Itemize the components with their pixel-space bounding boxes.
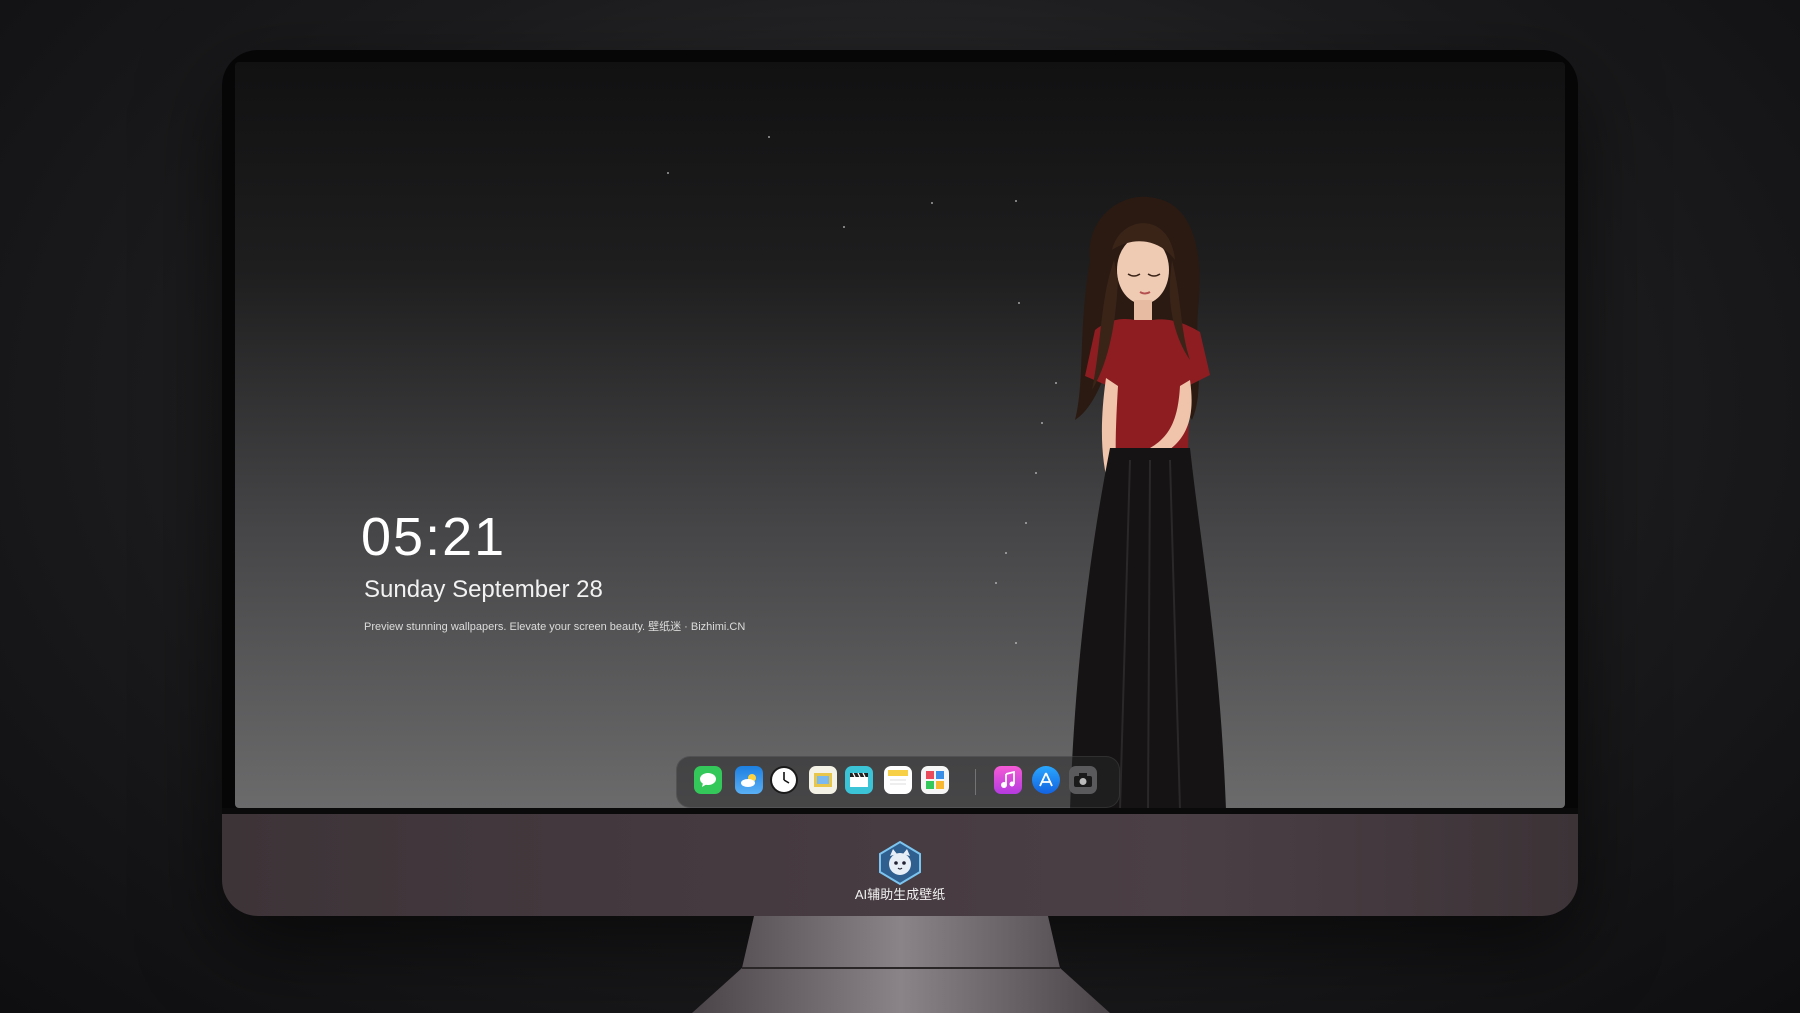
music-icon[interactable] bbox=[994, 766, 1022, 794]
clock-icon[interactable] bbox=[770, 766, 798, 794]
clock-date: Sunday September 28 bbox=[364, 576, 603, 603]
star bbox=[1015, 642, 1017, 644]
clock-time: 05:21 bbox=[361, 507, 507, 567]
star bbox=[931, 202, 933, 204]
weather-icon[interactable] bbox=[735, 766, 763, 794]
brand-label: AI辅助生成壁纸 bbox=[854, 887, 946, 902]
dock bbox=[676, 756, 1120, 808]
notes-icon[interactable] bbox=[884, 766, 912, 794]
star bbox=[1018, 302, 1020, 304]
star bbox=[1005, 552, 1007, 554]
star bbox=[1025, 522, 1027, 524]
star bbox=[843, 226, 845, 228]
dock-separator bbox=[975, 769, 976, 795]
cat-mascot-logo-icon bbox=[879, 840, 921, 886]
clips-icon[interactable] bbox=[845, 766, 873, 794]
star bbox=[995, 582, 997, 584]
app-store-icon[interactable] bbox=[1032, 766, 1060, 794]
camera-icon[interactable] bbox=[1069, 766, 1097, 794]
wallpaper-figure-illustration bbox=[1070, 196, 1226, 810]
wallpaper-caption: Preview stunning wallpapers. Elevate you… bbox=[364, 621, 746, 633]
star bbox=[667, 172, 669, 174]
photos-icon[interactable] bbox=[921, 766, 949, 794]
star bbox=[1015, 200, 1017, 202]
star bbox=[768, 136, 770, 138]
desktop-screen bbox=[235, 62, 1565, 808]
monitor-stand bbox=[692, 916, 1110, 1013]
messages-icon[interactable] bbox=[694, 766, 722, 794]
preview-icon[interactable] bbox=[809, 766, 837, 794]
